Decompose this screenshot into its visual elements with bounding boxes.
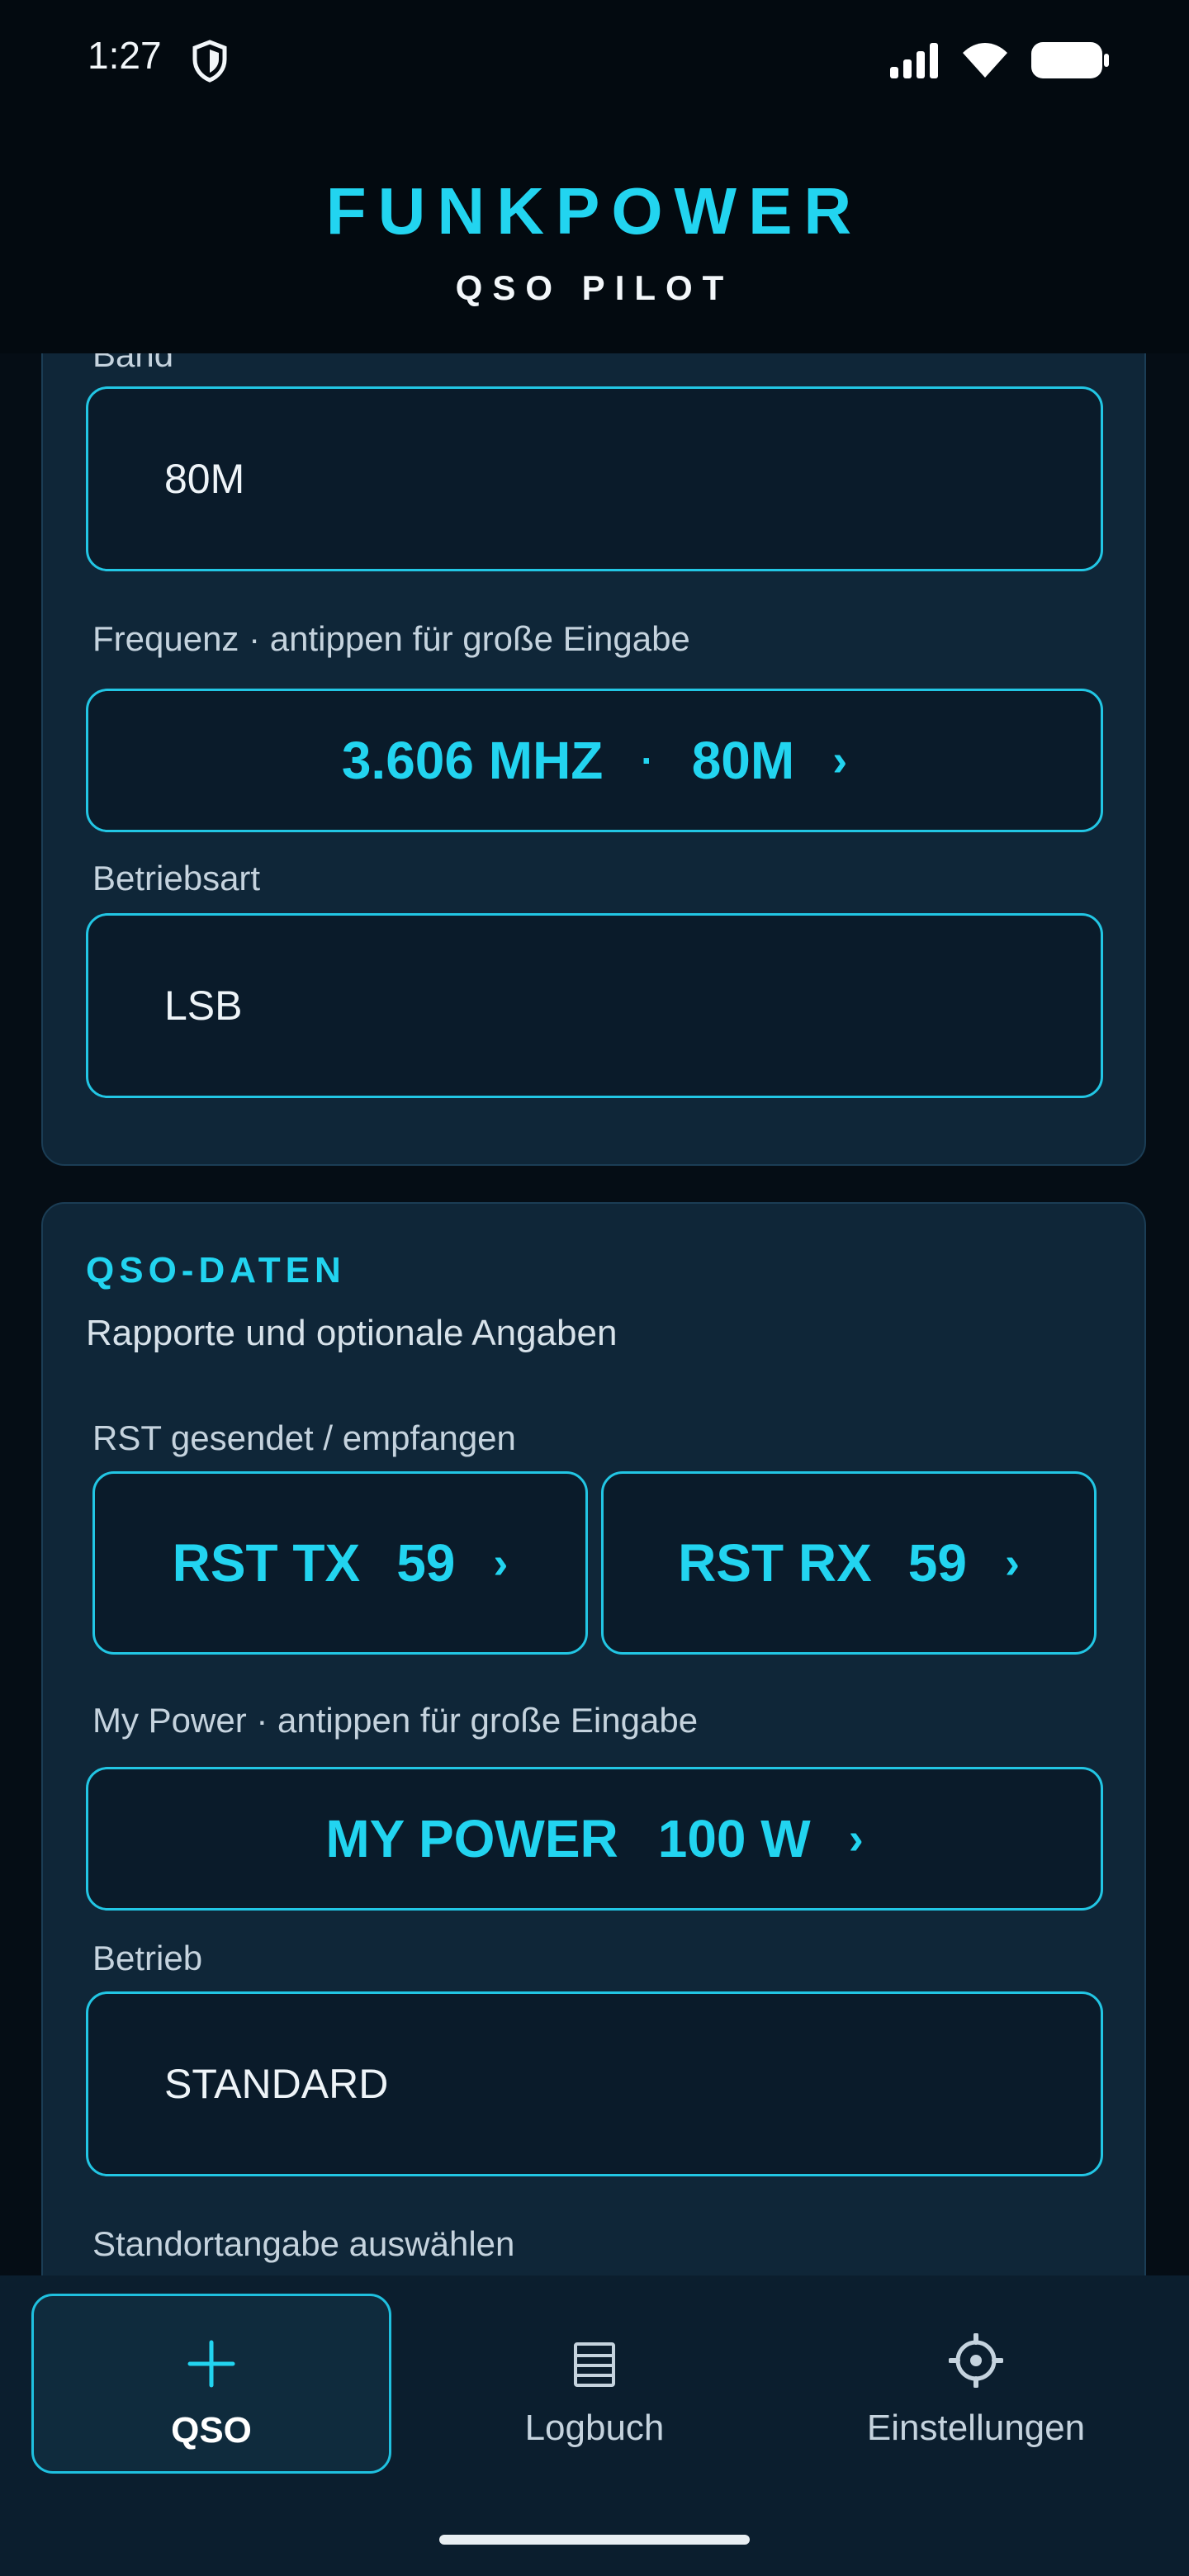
wifi-icon	[963, 43, 1007, 78]
rst-rx-label: RST RX	[678, 1533, 872, 1593]
frequency-band: 80M	[691, 731, 795, 790]
nav-label-logbuch: Logbuch	[524, 2408, 665, 2448]
nav-item-einstellungen[interactable]: Einstellungen	[796, 2294, 1156, 2474]
frequency-button[interactable]: 3.606 MHZ · 80M ›	[86, 689, 1103, 832]
frequency-separator: ·	[641, 739, 654, 782]
chevron-right-icon: ›	[832, 736, 848, 785]
shield-icon	[192, 40, 227, 83]
mode-label: Betriebsart	[92, 859, 261, 897]
rst-rx-button[interactable]: RST RX 59 ›	[601, 1471, 1097, 1655]
home-indicator[interactable]	[439, 2535, 750, 2545]
location-label: Standortangabe auswählen	[92, 2224, 515, 2263]
band-value: 80M	[164, 456, 245, 502]
rst-label: RST gesendet / empfangen	[92, 1418, 516, 1457]
band-select[interactable]: 80M	[86, 386, 1103, 571]
content-scroll[interactable]: Band 80M Frequenz · antippen für große E…	[0, 353, 1189, 2275]
status-bar: 1:27	[0, 0, 1189, 116]
operation-value: STANDARD	[164, 2061, 389, 2107]
rst-tx-value: 59	[396, 1533, 456, 1593]
chevron-right-icon: ›	[493, 1538, 509, 1588]
app-header: FUNKPOWER QSO PILOT	[0, 116, 1189, 353]
nav-label-qso: QSO	[171, 2410, 252, 2451]
qso-data-title: QSO-DATEN	[86, 1250, 346, 1290]
power-button-label: MY POWER	[325, 1809, 618, 1868]
logbook-icon	[574, 2342, 615, 2387]
frequency-label: Frequenz · antippen für große Eingabe	[92, 619, 690, 658]
qso-data-description: Rapporte und optionale Angaben	[86, 1313, 618, 1353]
signal-icon	[890, 43, 938, 78]
app-subtitle: QSO PILOT	[455, 268, 734, 307]
power-value: 100 W	[657, 1809, 811, 1868]
mode-value: LSB	[164, 983, 243, 1029]
nav-item-qso[interactable]: QSO	[31, 2294, 391, 2474]
rst-rx-value: 59	[907, 1533, 967, 1593]
chevron-right-icon: ›	[1004, 1538, 1020, 1588]
nav-item-logbuch[interactable]: Logbuch	[414, 2294, 775, 2474]
power-label: My Power · antippen für große Eingabe	[92, 1701, 699, 1740]
battery-icon	[1031, 42, 1109, 78]
rst-tx-button[interactable]: RST TX 59 ›	[92, 1471, 588, 1655]
power-button[interactable]: MY POWER 100 W ›	[86, 1767, 1103, 1911]
status-time: 1:27	[88, 34, 162, 77]
bottom-nav: QSO Logbuch Einstellungen	[0, 2275, 1189, 2576]
rst-tx-label: RST TX	[172, 1533, 361, 1593]
chevron-right-icon: ›	[848, 1814, 864, 1863]
app-title: FUNKPOWER	[325, 174, 864, 248]
frequency-value: 3.606 MHZ	[341, 731, 604, 790]
gear-icon	[949, 2333, 1003, 2388]
operation-label: Betrieb	[92, 1939, 203, 1977]
mode-select[interactable]: LSB	[86, 913, 1103, 1098]
band-label: Band	[92, 353, 174, 374]
operation-select[interactable]: STANDARD	[86, 1991, 1103, 2176]
nav-label-einstellungen: Einstellungen	[866, 2408, 1086, 2448]
plus-icon	[187, 2340, 235, 2388]
